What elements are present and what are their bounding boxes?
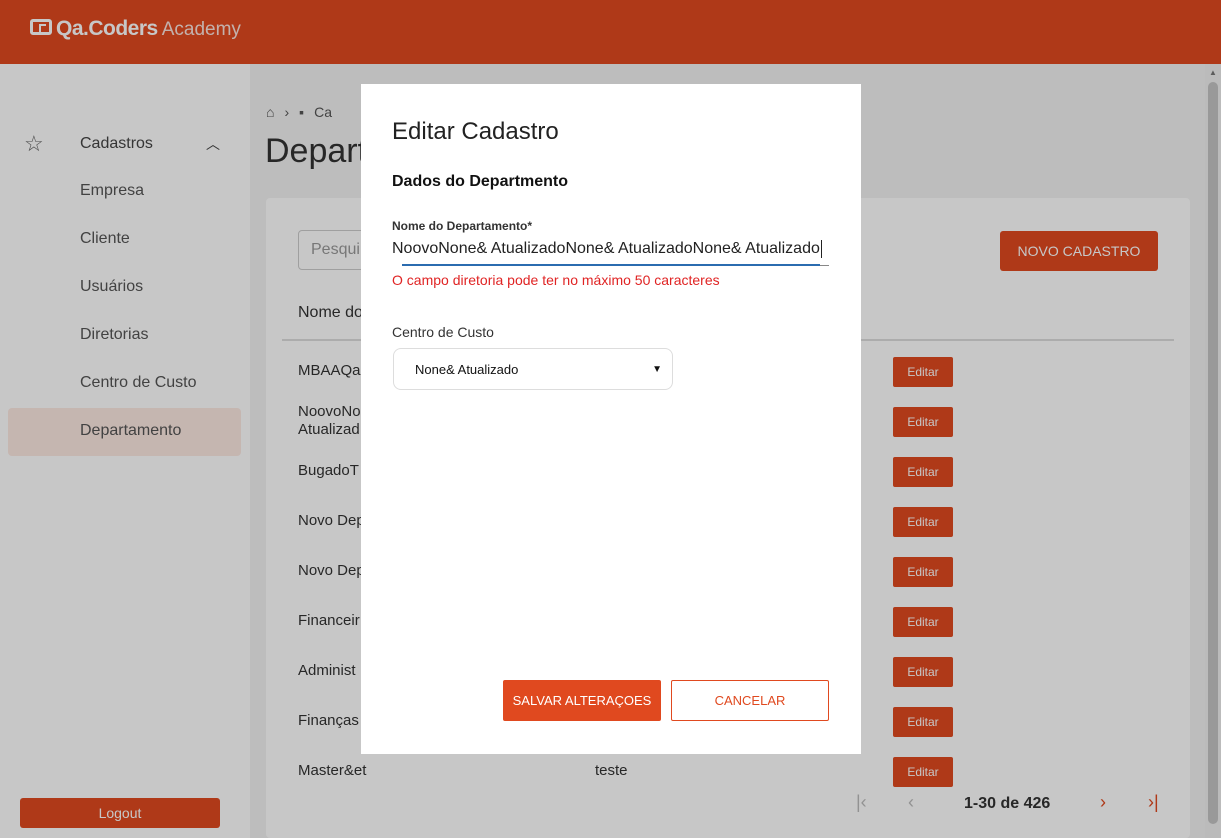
- cancel-button[interactable]: CANCELAR: [671, 680, 829, 721]
- cost-center-selected-value: None& Atualizado: [415, 361, 519, 377]
- department-name-input[interactable]: NoovoNone& AtualizadoNone& AtualizadoNon…: [392, 240, 829, 266]
- department-name-label: Nome do Departamento*: [392, 219, 533, 233]
- department-name-value: NoovoNone& AtualizadoNone& AtualizadoNon…: [392, 240, 820, 258]
- cost-center-select[interactable]: None& Atualizado ▼: [393, 348, 673, 390]
- department-name-error: O campo diretoria pode ter no máximo 50 …: [392, 272, 720, 288]
- chevron-down-icon: ▼: [652, 363, 662, 375]
- cost-center-label: Centro de Custo: [392, 324, 494, 340]
- dialog-title: Editar Cadastro: [392, 118, 559, 145]
- input-focus-underline: [402, 264, 820, 266]
- edit-dialog: Editar Cadastro Dados do Departmento Nom…: [361, 84, 861, 754]
- input-underline: [820, 265, 829, 266]
- save-changes-button[interactable]: SALVAR ALTERAÇOES: [503, 680, 661, 721]
- dialog-subtitle: Dados do Departmento: [392, 173, 569, 190]
- text-caret: [820, 240, 822, 258]
